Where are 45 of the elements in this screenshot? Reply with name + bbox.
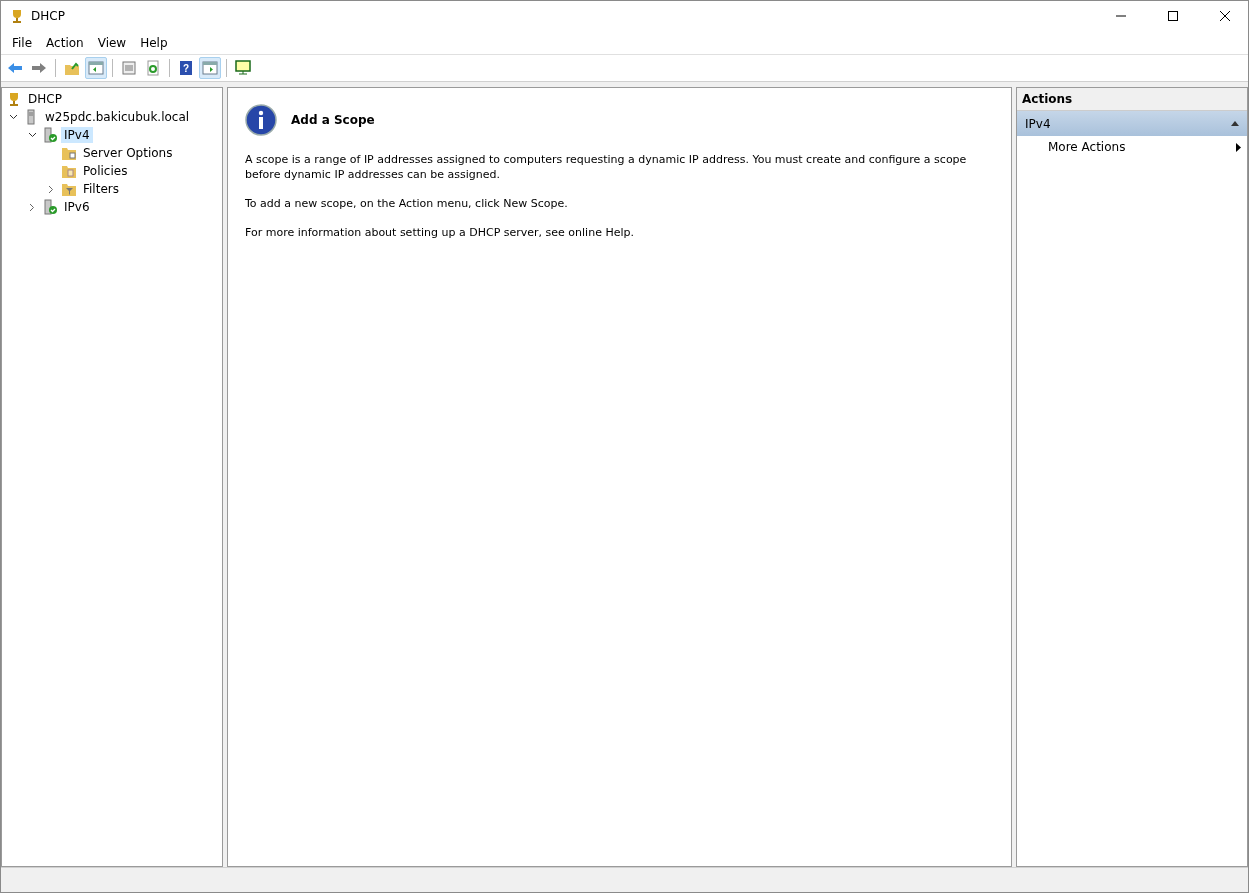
chevron-right-icon[interactable] [29, 202, 35, 212]
forward-arrow-icon [31, 60, 47, 76]
section-title: IPv4 [1025, 116, 1051, 131]
list-icon [121, 60, 137, 76]
menu-item[interactable]: File [5, 33, 40, 52]
chevron-down-icon[interactable] [27, 132, 37, 138]
close-icon [1220, 11, 1230, 21]
folder-icon [61, 145, 77, 161]
folder-icon [61, 163, 77, 179]
folder-icon [64, 60, 80, 76]
description-text: A scope is a range of IP addresses assigned to computers requesting a dynamic IP address. You must create and configure a scope before dynamic IP addresses can be assigned. [245, 152, 968, 182]
refresh-icon [145, 60, 161, 76]
tree-item[interactable]: DHCP [25, 91, 65, 107]
tree-item[interactable]: Server Options [80, 145, 176, 161]
tree-item[interactable]: Filters [80, 181, 122, 197]
action-item[interactable]: More Actions [1017, 136, 1247, 158]
content-title: Add a Scope [291, 113, 375, 127]
info-icon [245, 104, 277, 136]
action-label: More Actions [1048, 140, 1126, 154]
description-text: For more information about setting up a DHCP server, see online Help. [245, 225, 635, 240]
chevron-down-icon[interactable] [8, 114, 18, 120]
server-check-icon [42, 127, 58, 143]
menu-item[interactable]: View [90, 33, 134, 52]
chevron-right-icon[interactable] [48, 184, 54, 194]
tree-item[interactable]: Policies [80, 163, 131, 179]
tree-item[interactable]: w25pdc.bakicubuk.local [42, 109, 193, 125]
pane-icon [88, 60, 104, 76]
server-check-icon [42, 199, 58, 215]
description-text: To add a new scope, on the Action menu, click New Scope. [245, 196, 569, 211]
toolbar-button[interactable] [199, 57, 221, 79]
window-title: DHCP [31, 9, 66, 23]
maximize-icon [1168, 11, 1178, 21]
pane-icon [202, 60, 218, 76]
submenu-arrow-icon [1236, 142, 1241, 152]
folder-filter-icon [61, 181, 77, 197]
collapse-arrow-icon[interactable] [1231, 121, 1239, 126]
action-section[interactable]: IPv4 [1017, 111, 1247, 136]
tree-item[interactable]: IPv6 [61, 199, 93, 215]
back-arrow-icon [7, 60, 23, 76]
menu-item[interactable]: Action [39, 33, 91, 52]
menu-item[interactable]: Help [133, 33, 175, 52]
toolbar-button[interactable] [85, 57, 107, 79]
tree-item[interactable]: IPv4 [61, 127, 93, 143]
monitor-icon [235, 60, 251, 76]
actions-header: Actions [1017, 88, 1247, 111]
